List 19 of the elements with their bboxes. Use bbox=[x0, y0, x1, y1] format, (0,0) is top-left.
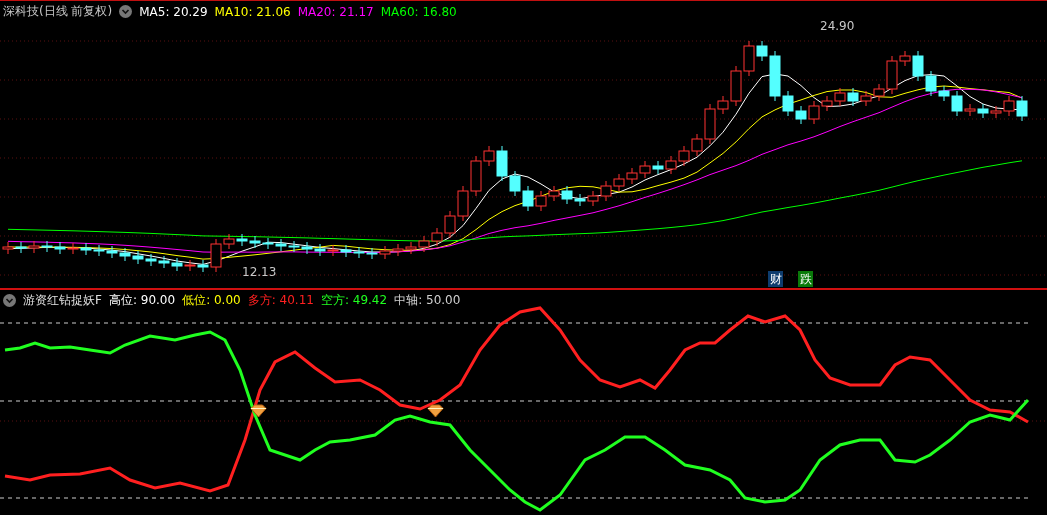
indicator-title: 游资红钻捉妖F bbox=[23, 292, 102, 309]
event-badge[interactable]: 跌 bbox=[798, 271, 813, 287]
event-badge[interactable]: 财 bbox=[768, 271, 783, 287]
ma-legend-value: MA20: 21.17 bbox=[297, 4, 374, 19]
high-price-label: 24.90 bbox=[820, 19, 855, 33]
low-price-label: 12.13 bbox=[242, 265, 277, 279]
ma-legend-value: MA10: 21.06 bbox=[214, 4, 291, 19]
indicator-legend-value: 高位: 90.00 bbox=[108, 292, 176, 309]
ma-legend-value: MA60: 16.80 bbox=[380, 4, 457, 19]
diamond-icon bbox=[250, 404, 267, 418]
indicator-legend-value: 多方: 40.11 bbox=[247, 292, 314, 309]
stock-title: 深科技(日线 前复权) bbox=[3, 3, 113, 20]
dropdown-icon[interactable] bbox=[119, 5, 133, 18]
indicator-legend-value: 低位: 0.00 bbox=[182, 292, 241, 309]
diamond-icon bbox=[427, 404, 444, 418]
indicator-legend-value: 空方: 49.42 bbox=[320, 292, 388, 309]
indicator-legend-value: 中轴: 50.00 bbox=[394, 292, 461, 309]
ma-legend-value: MA5: 20.29 bbox=[139, 4, 208, 19]
dropdown-icon[interactable] bbox=[3, 294, 16, 307]
